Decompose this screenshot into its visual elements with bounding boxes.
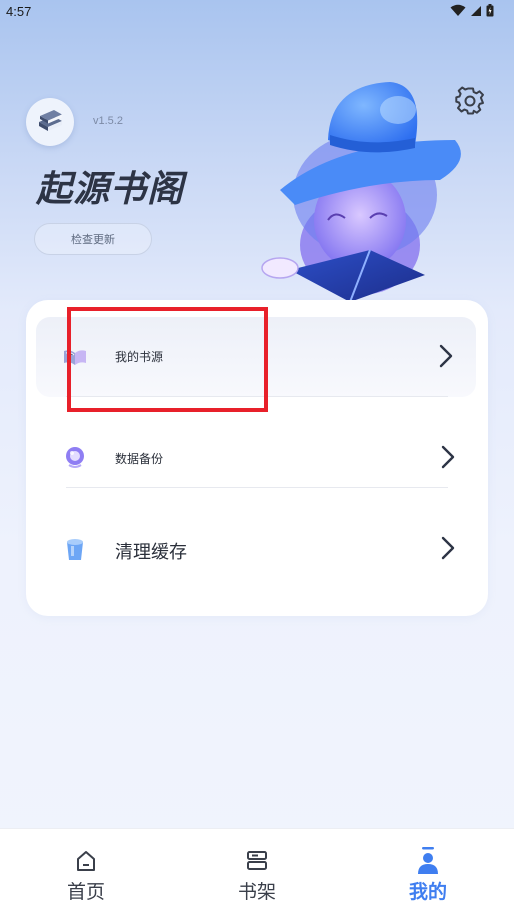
app-title: 起源书阁	[36, 169, 185, 210]
chevron-right-icon	[441, 536, 455, 560]
battery-icon	[486, 4, 494, 17]
app-logo	[26, 98, 74, 146]
chevron-right-icon	[441, 445, 455, 469]
clear-cache-icon	[62, 536, 88, 562]
status-icons	[450, 4, 494, 17]
books-icon	[39, 110, 62, 131]
menu-item-data-backup[interactable]: 数据备份	[26, 420, 488, 496]
app-version: v1.5.2	[93, 115, 123, 127]
nav-label: 我的	[408, 881, 447, 903]
mascot-illustration	[261, 82, 461, 302]
signal-icon	[471, 5, 481, 16]
status-bar: 4:57	[0, 0, 514, 24]
nav-label: 首页	[66, 881, 105, 903]
menu-divider	[66, 487, 448, 488]
menu-item-label: 清理缓存	[115, 542, 187, 563]
bookshelf-icon	[247, 851, 267, 870]
menu-item-label: 数据备份	[115, 452, 164, 466]
nav-tab-home[interactable]: 首页	[36, 829, 136, 915]
nav-label: 书架	[237, 881, 276, 903]
status-time: 4:57	[6, 4, 32, 19]
home-icon	[77, 851, 95, 871]
bottom-nav: 首页 书架 我的	[0, 828, 514, 915]
menu-item-clear-cache[interactable]: 清理缓存	[26, 510, 488, 586]
wifi-icon	[450, 4, 466, 16]
nav-tab-bookshelf[interactable]: 书架	[207, 829, 307, 915]
nav-tab-profile[interactable]: 我的	[378, 829, 478, 915]
profile-icon	[418, 847, 438, 874]
chevron-right-icon	[439, 344, 453, 368]
check-update-button[interactable]: 检查更新	[34, 223, 152, 255]
highlight-box	[67, 307, 268, 412]
backup-icon	[62, 444, 88, 470]
